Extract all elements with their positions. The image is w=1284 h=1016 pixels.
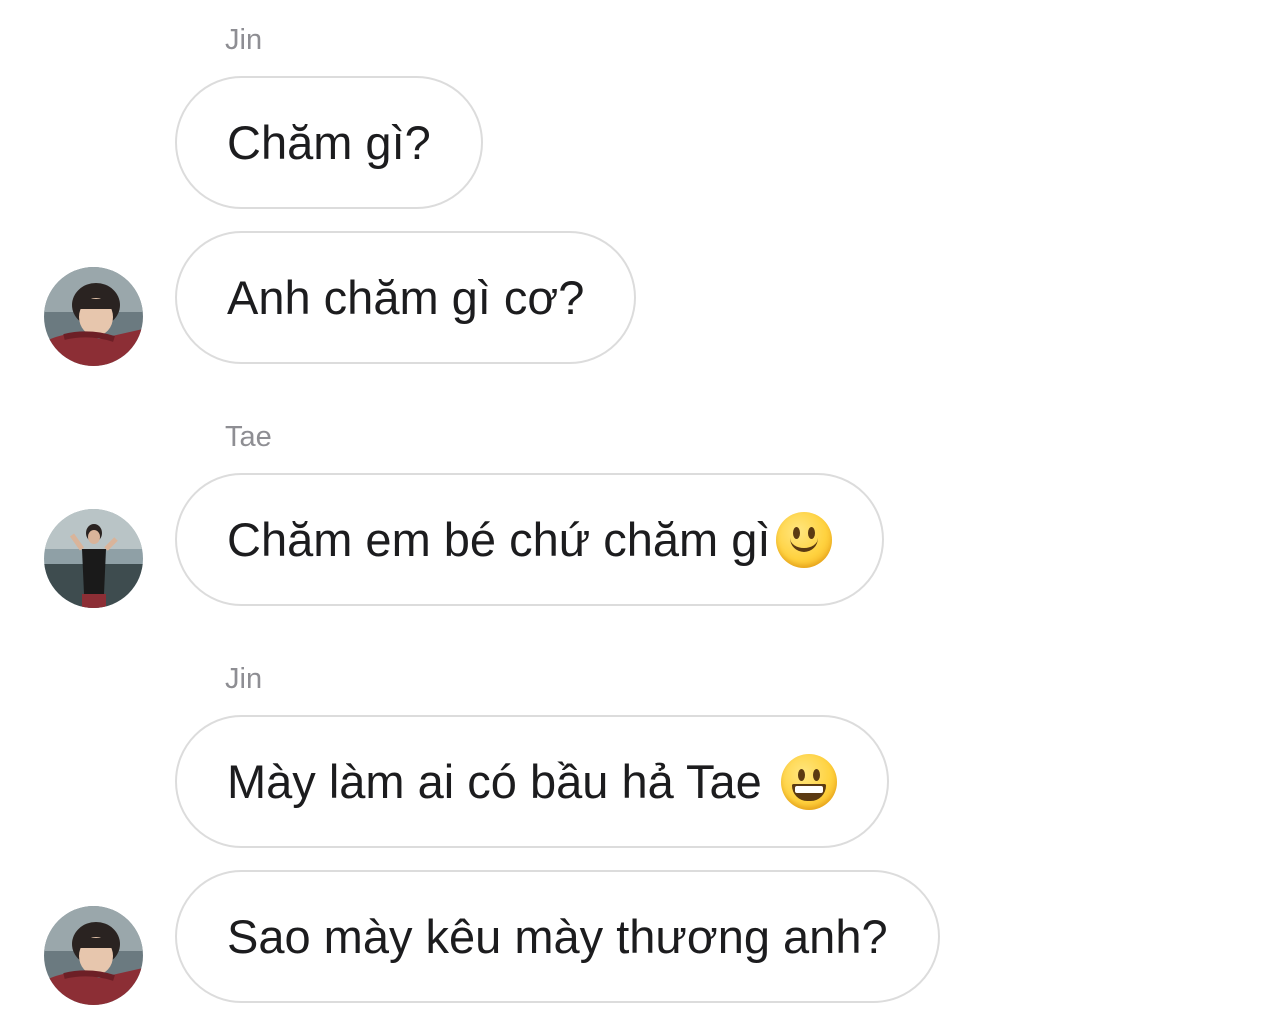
message-bubble[interactable]: Chăm gì? — [175, 76, 483, 209]
avatar-jin[interactable] — [44, 267, 143, 366]
message-bubble[interactable]: Sao mày kêu mày thương anh? — [175, 870, 940, 1003]
slightly-smiling-face-icon — [776, 511, 833, 568]
message-text: Sao mày kêu mày thương anh? — [227, 910, 888, 963]
grinning-face-icon — [780, 753, 837, 810]
message-text: Mày làm ai có bầu hả Tae — [227, 755, 775, 808]
sender-name-tae: Tae — [225, 421, 272, 453]
message-text: Chăm em bé chứ chăm gì — [227, 513, 771, 566]
message-bubble[interactable]: Mày làm ai có bầu hả Tae — [175, 715, 889, 848]
message-bubble[interactable]: Anh chăm gì cơ? — [175, 231, 637, 364]
avatar-tae[interactable] — [44, 509, 143, 608]
message-text: Anh chăm gì cơ? — [227, 271, 585, 324]
sender-name-jin: Jin — [225, 663, 263, 695]
avatar-jin[interactable] — [44, 906, 143, 1005]
message-bubble[interactable]: Chăm em bé chứ chăm gì — [175, 473, 885, 606]
sender-name-jin: Jin — [225, 24, 263, 56]
message-text: Chăm gì? — [227, 116, 431, 169]
